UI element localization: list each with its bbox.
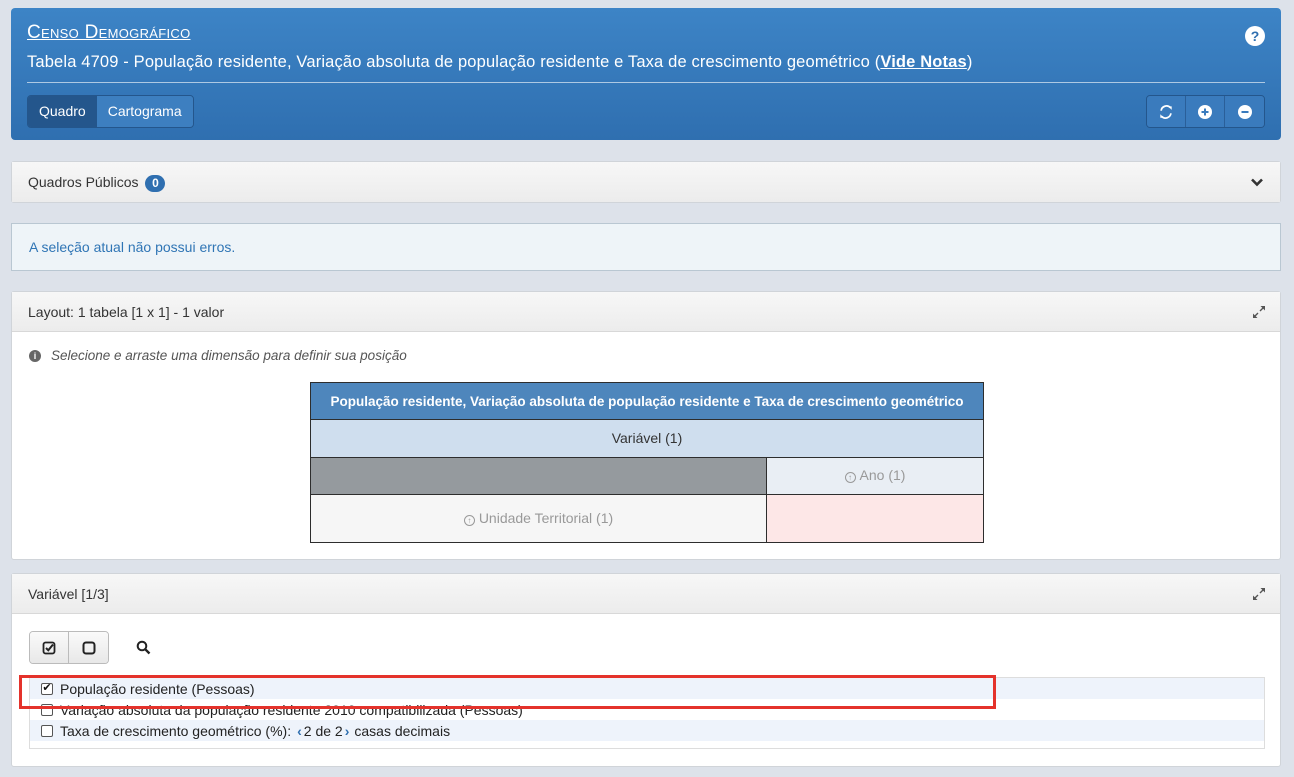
variable-label: População residente (Pessoas) (60, 680, 255, 697)
grid-row-header: ↑ Ano (1) (310, 458, 984, 495)
checkbox[interactable] (41, 724, 53, 737)
minus-circle-icon (1237, 104, 1252, 119)
expand-icon[interactable] (1252, 305, 1266, 319)
variable-panel-title: Variável [1/3] (28, 586, 109, 602)
app-title[interactable]: Censo Demográfico (27, 22, 191, 44)
status-alert: A seleção atual não possui erros. (11, 223, 1281, 271)
public-tables-count-badge: 0 (145, 174, 166, 192)
layout-title: Layout: 1 tabela [1 x 1] - 1 valor (28, 304, 225, 320)
empty-square-icon (82, 641, 95, 654)
grid-title: População residente, Variação absoluta d… (310, 382, 984, 420)
variable-item[interactable]: ✔ População residente (Pessoas) (30, 678, 1264, 699)
collapse-all-button[interactable] (1225, 96, 1264, 127)
variable-dimension[interactable]: Variável (1) (310, 420, 984, 458)
help-icon[interactable]: ? (1245, 26, 1265, 46)
grid-row-body: ↑ Unidade Territorial (1) (310, 495, 984, 543)
chevron-down-icon[interactable] (1250, 175, 1264, 189)
chevron-right-icon[interactable]: › (343, 723, 352, 739)
variable-panel: Variável [1/3] ✔ População residente (Pe… (11, 573, 1281, 767)
select-none-button[interactable] (69, 632, 108, 663)
variable-panel-header: Variável [1/3] (12, 574, 1280, 614)
arrow-up-circle-icon: ↑ (463, 515, 475, 526)
decimals-suffix: casas decimais (354, 722, 451, 739)
check-square-icon (42, 641, 56, 654)
table-title-suffix: ) (966, 53, 973, 71)
checkbox[interactable] (41, 703, 53, 716)
year-dimension[interactable]: ↑ Ano (1) (767, 458, 984, 495)
tab-cartograma[interactable]: Cartograma (96, 96, 193, 127)
header-tools (1146, 95, 1265, 128)
grid-corner (310, 458, 767, 495)
refresh-icon (1160, 104, 1172, 119)
territorial-unit-dimension[interactable]: ↑ Unidade Territorial (1) (310, 495, 767, 543)
public-tables-header[interactable]: Quadros Públicos 0 (12, 162, 1280, 202)
layout-panel: Layout: 1 tabela [1 x 1] - 1 valor i Sel… (11, 291, 1281, 560)
variable-list: ✔ População residente (Pessoas) Variação… (29, 677, 1265, 749)
search-icon[interactable] (136, 640, 151, 655)
layout-hint-text: Selecione e arraste uma dimensão para de… (51, 348, 407, 363)
view-tabs: Quadro Cartograma (27, 95, 194, 128)
variable-item[interactable]: Taxa de crescimento geométrico (%): ‹ 2 d… (30, 720, 1264, 741)
variable-item[interactable]: Variação absoluta da população residente… (30, 699, 1264, 720)
info-icon: i (29, 349, 41, 362)
table-title-text: Tabela 4709 - População residente, Varia… (27, 53, 881, 71)
arrow-up-circle-icon: ↑ (844, 472, 856, 483)
expand-icon[interactable] (1252, 587, 1266, 601)
decimals-value: 2 de 2 (303, 722, 343, 739)
table-header: Censo Demográfico ? Tabela 4709 - Popula… (11, 8, 1281, 140)
table-title: Tabela 4709 - População residente, Varia… (27, 53, 972, 72)
year-dimension-label: Ano (1) (859, 467, 906, 483)
tab-quadro[interactable]: Quadro (28, 96, 97, 127)
selection-buttons (29, 631, 109, 664)
grid-value-cell (767, 495, 984, 543)
public-tables-label: Quadros Públicos (28, 174, 139, 190)
chevron-left-icon[interactable]: ‹ (295, 723, 304, 739)
layout-panel-header: Layout: 1 tabela [1 x 1] - 1 valor (12, 292, 1280, 332)
header-divider (27, 82, 1265, 83)
plus-circle-icon (1198, 104, 1212, 119)
checkbox-checked[interactable]: ✔ (41, 682, 53, 695)
layout-grid: População residente, Variação absoluta d… (310, 382, 984, 543)
territorial-unit-label: Unidade Territorial (1) (478, 510, 614, 526)
notes-link[interactable]: Vide Notas (880, 53, 966, 71)
public-tables-panel: Quadros Públicos 0 (11, 161, 1281, 203)
layout-hint: i Selecione e arraste uma dimensão para … (29, 348, 407, 363)
refresh-button[interactable] (1147, 96, 1186, 127)
select-all-button[interactable] (30, 632, 69, 663)
variable-label: Taxa de crescimento geométrico (%): (60, 722, 292, 739)
variable-label: Variação absoluta da população residente… (60, 701, 523, 718)
expand-all-button[interactable] (1186, 96, 1225, 127)
